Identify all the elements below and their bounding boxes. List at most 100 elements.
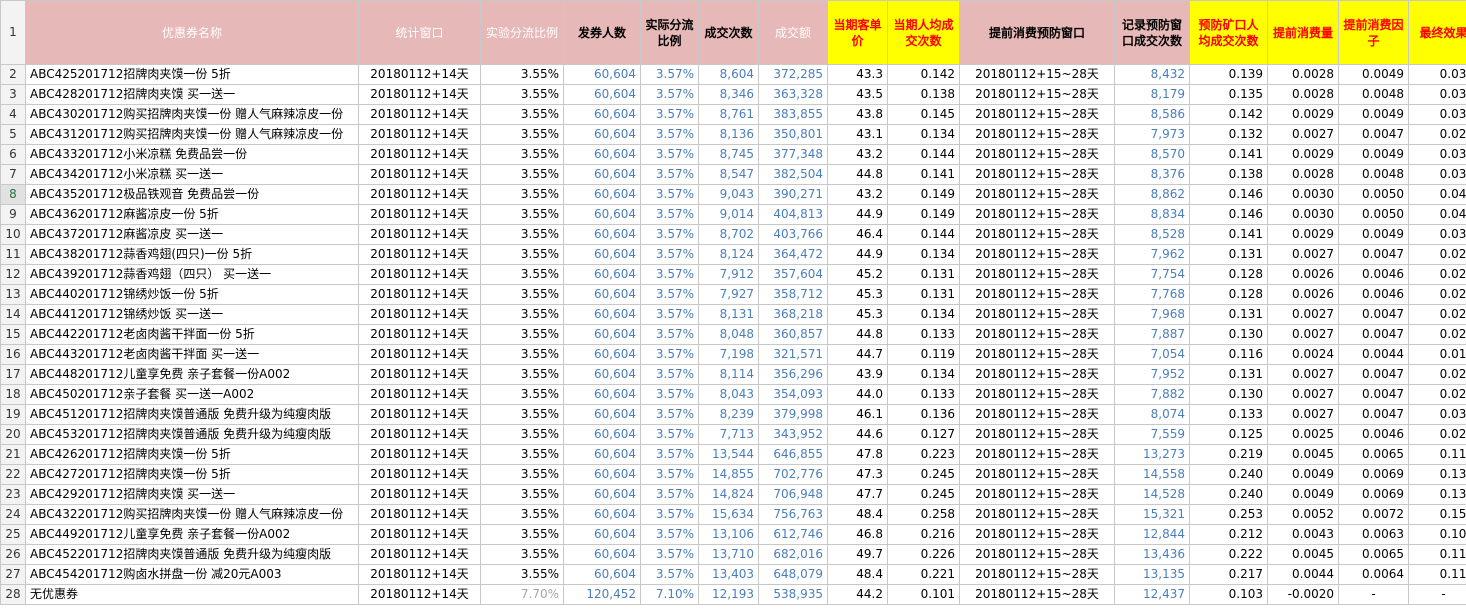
cell-avg-orders-per-user[interactable]: 0.134 <box>887 364 960 385</box>
header-orders[interactable]: 成交次数 <box>698 0 759 65</box>
cell-avg-orders-per-user[interactable]: 0.258 <box>887 504 960 525</box>
cell-orders[interactable]: 13,106 <box>698 524 759 545</box>
row-number[interactable]: 20 <box>0 424 26 445</box>
cell-issued-users[interactable]: 60,604 <box>563 344 641 365</box>
cell-advance-amount[interactable]: 0.0028 <box>1267 84 1339 105</box>
cell-exp-split-ratio[interactable]: 3.55% <box>480 244 564 265</box>
cell-prevent-avg-orders[interactable]: 0.240 <box>1189 484 1268 505</box>
cell-exp-split-ratio[interactable]: 3.55% <box>480 364 564 385</box>
cell-issued-users[interactable]: 60,604 <box>563 464 641 485</box>
cell-prevent-window-orders[interactable]: 8,570 <box>1114 144 1190 165</box>
cell-avg-orders-per-user[interactable]: 0.119 <box>887 344 960 365</box>
cell-stat-window[interactable]: 20180112+14天 <box>358 264 481 285</box>
cell-prevent-avg-orders[interactable]: 0.139 <box>1189 64 1268 85</box>
cell-prevent-window-orders[interactable]: 7,054 <box>1114 344 1190 365</box>
row-number[interactable]: 26 <box>0 544 26 565</box>
row-number[interactable]: 3 <box>0 84 26 105</box>
cell-stat-window[interactable]: 20180112+14天 <box>358 504 481 525</box>
cell-advance-amount[interactable]: 0.0029 <box>1267 224 1339 245</box>
cell-advance-factor[interactable]: 0.0048 <box>1338 84 1409 105</box>
cell-actual-split-ratio[interactable]: 3.57% <box>640 104 699 125</box>
cell-actual-split-ratio[interactable]: 3.57% <box>640 504 699 525</box>
header-exp-split-ratio[interactable]: 实验分流比例 <box>480 0 564 65</box>
cell-actual-split-ratio[interactable]: 3.57% <box>640 204 699 225</box>
cell-amount[interactable]: 321,571 <box>758 344 828 365</box>
cell-amount[interactable]: 358,712 <box>758 284 828 305</box>
cell-prevent-avg-orders[interactable]: 0.141 <box>1189 144 1268 165</box>
cell-exp-split-ratio[interactable]: 3.55% <box>480 404 564 425</box>
cell-prevent-avg-orders[interactable]: 0.142 <box>1189 104 1268 125</box>
cell-actual-split-ratio[interactable]: 3.57% <box>640 344 699 365</box>
header-stat-window[interactable]: 统计窗口 <box>358 0 481 65</box>
cell-amount[interactable]: 390,271 <box>758 184 828 205</box>
cell-final-effect[interactable]: 0.025 <box>1408 264 1466 285</box>
cell-advance-factor[interactable]: 0.0046 <box>1338 284 1409 305</box>
cell-prevent-avg-orders[interactable]: 0.222 <box>1189 544 1268 565</box>
cell-advance-factor[interactable]: 0.0049 <box>1338 144 1409 165</box>
cell-amount[interactable]: 612,746 <box>758 524 828 545</box>
cell-advance-amount[interactable]: 0.0024 <box>1267 344 1339 365</box>
cell-prevent-window[interactable]: 20180112+15~28天 <box>959 204 1115 225</box>
cell-stat-window[interactable]: 20180112+14天 <box>358 204 481 225</box>
cell-exp-split-ratio[interactable]: 3.55% <box>480 344 564 365</box>
cell-final-effect[interactable]: 0.028 <box>1408 244 1466 265</box>
cell-issued-users[interactable]: 60,604 <box>563 224 641 245</box>
cell-avg-order-value[interactable]: 44.2 <box>827 584 888 605</box>
cell-stat-window[interactable]: 20180112+14天 <box>358 64 481 85</box>
cell-advance-factor[interactable]: 0.0047 <box>1338 244 1409 265</box>
cell-prevent-avg-orders[interactable]: 0.125 <box>1189 424 1268 445</box>
cell-avg-order-value[interactable]: 46.1 <box>827 404 888 425</box>
cell-coupon-name[interactable]: 无优惠券 <box>25 584 359 605</box>
cell-orders[interactable]: 8,136 <box>698 124 759 145</box>
cell-advance-factor[interactable]: 0.0049 <box>1338 64 1409 85</box>
row-number[interactable]: 13 <box>0 284 26 305</box>
cell-issued-users[interactable]: 60,604 <box>563 424 641 445</box>
cell-avg-order-value[interactable]: 44.8 <box>827 324 888 345</box>
cell-coupon-name[interactable]: ABC429201712招牌肉夹馍 买一送一 <box>25 484 359 505</box>
cell-advance-factor[interactable]: 0.0047 <box>1338 404 1409 425</box>
cell-avg-order-value[interactable]: 43.2 <box>827 184 888 205</box>
cell-prevent-window-orders[interactable]: 8,432 <box>1114 64 1190 85</box>
row-number[interactable]: 15 <box>0 324 26 345</box>
row-number[interactable]: 12 <box>0 264 26 285</box>
cell-coupon-name[interactable]: ABC435201712极品铁观音 免费品尝一份 <box>25 184 359 205</box>
row-number[interactable]: 10 <box>0 224 26 245</box>
cell-advance-factor[interactable]: 0.0047 <box>1338 304 1409 325</box>
cell-amount[interactable]: 343,952 <box>758 424 828 445</box>
row-number[interactable]: 1 <box>0 0 26 65</box>
cell-prevent-window[interactable]: 20180112+15~28天 <box>959 104 1115 125</box>
row-number[interactable]: 14 <box>0 304 26 325</box>
cell-exp-split-ratio[interactable]: 3.55% <box>480 504 564 525</box>
cell-stat-window[interactable]: 20180112+14天 <box>358 424 481 445</box>
cell-final-effect[interactable]: 0.109 <box>1408 524 1466 545</box>
cell-advance-factor[interactable]: 0.0050 <box>1338 204 1409 225</box>
cell-exp-split-ratio[interactable]: 3.55% <box>480 164 564 185</box>
cell-advance-factor[interactable]: 0.0065 <box>1338 544 1409 565</box>
cell-prevent-window[interactable]: 20180112+15~28天 <box>959 444 1115 465</box>
cell-avg-orders-per-user[interactable]: 0.138 <box>887 84 960 105</box>
cell-avg-order-value[interactable]: 45.2 <box>827 264 888 285</box>
cell-amount[interactable]: 350,801 <box>758 124 828 145</box>
cell-advance-amount[interactable]: 0.0043 <box>1267 524 1339 545</box>
cell-issued-users[interactable]: 60,604 <box>563 324 641 345</box>
cell-advance-amount[interactable]: 0.0049 <box>1267 484 1339 505</box>
header-prevent-window-orders[interactable]: 记录预防窗口成交次数 <box>1114 0 1190 65</box>
cell-avg-orders-per-user[interactable]: 0.226 <box>887 544 960 565</box>
cell-amount[interactable]: 383,855 <box>758 104 828 125</box>
cell-avg-order-value[interactable]: 43.9 <box>827 364 888 385</box>
cell-issued-users[interactable]: 60,604 <box>563 104 641 125</box>
cell-avg-order-value[interactable]: 43.8 <box>827 104 888 125</box>
row-number[interactable]: 22 <box>0 464 26 485</box>
cell-coupon-name[interactable]: ABC449201712儿童享免费 亲子套餐一份A002 <box>25 524 359 545</box>
header-avg-order-value[interactable]: 当期客单价 <box>827 0 888 65</box>
cell-prevent-window-orders[interactable]: 7,962 <box>1114 244 1190 265</box>
cell-final-effect[interactable]: 0.043 <box>1408 204 1466 225</box>
cell-final-effect[interactable]: 0.035 <box>1408 164 1466 185</box>
cell-prevent-avg-orders[interactable]: 0.212 <box>1189 524 1268 545</box>
cell-avg-orders-per-user[interactable]: 0.133 <box>887 384 960 405</box>
cell-prevent-window-orders[interactable]: 7,973 <box>1114 124 1190 145</box>
cell-prevent-window[interactable]: 20180112+15~28天 <box>959 344 1115 365</box>
cell-prevent-window[interactable]: 20180112+15~28天 <box>959 64 1115 85</box>
cell-prevent-window[interactable]: 20180112+15~28天 <box>959 564 1115 585</box>
cell-prevent-window[interactable]: 20180112+15~28天 <box>959 164 1115 185</box>
